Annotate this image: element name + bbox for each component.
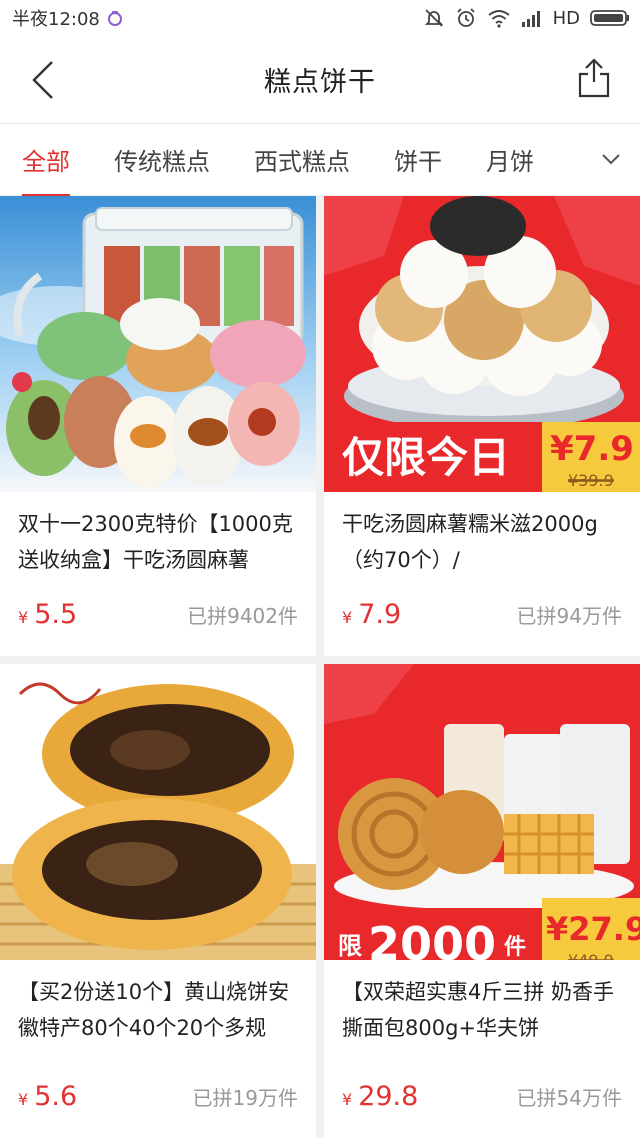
mute-icon bbox=[424, 9, 443, 27]
product-image-mochi-box[interactable] bbox=[0, 196, 316, 492]
currency-symbol: ¥ bbox=[342, 608, 353, 627]
product-card[interactable]: 双十一2300克特价【1000克送收纳盒】干吃汤圆麻薯 ¥ 5.5 已拼9402… bbox=[0, 196, 316, 656]
banner-suffix: 件 bbox=[504, 935, 526, 960]
sold-count: 已拼94万件 bbox=[516, 604, 622, 628]
product-card[interactable]: 仅限今日 ¥7.9 ¥39.9 干吃汤圆麻薯糯米滋2000g（约70个）/ ¥ … bbox=[324, 196, 640, 656]
price-value: 7.9 bbox=[358, 599, 402, 630]
price-value: 5.6 bbox=[34, 1081, 78, 1112]
banner-number: 2000 bbox=[368, 917, 496, 960]
battery-icon bbox=[590, 10, 629, 26]
product-footer: ¥ 29.8 已拼54万件 bbox=[342, 1081, 622, 1112]
product-image-huangshan-biscuit[interactable] bbox=[0, 664, 316, 960]
product-footer: ¥ 7.9 已拼94万件 bbox=[342, 599, 622, 630]
share-button[interactable] bbox=[574, 56, 614, 100]
product-footer: ¥ 5.6 已拼19万件 bbox=[18, 1081, 298, 1112]
tab-western-pastry[interactable]: 西式糕点 bbox=[254, 142, 350, 177]
currency-symbol: ¥ bbox=[342, 1090, 353, 1109]
sold-count: 已拼9402件 bbox=[187, 604, 298, 628]
tab-biscuits[interactable]: 饼干 bbox=[394, 142, 442, 177]
product-card[interactable]: 【买2份送10个】黄山烧饼安徽特产80个40个20个多规 ¥ 5.6 已拼19万… bbox=[0, 664, 316, 1138]
page-title: 糕点饼干 bbox=[264, 67, 376, 98]
price-value: 5.5 bbox=[34, 599, 78, 630]
status-time: 半夜12:08 bbox=[12, 9, 100, 30]
product-title[interactable]: 【双荣超实惠4斤三拼 奶香手撕面包800g+华夫饼 bbox=[324, 960, 640, 1046]
banner-prefix: 限 bbox=[338, 932, 362, 960]
tab-traditional-pastry[interactable]: 传统糕点 bbox=[114, 142, 210, 177]
product-title[interactable]: 干吃汤圆麻薯糯米滋2000g（约70个）/ bbox=[324, 492, 640, 578]
alarm-icon bbox=[456, 8, 475, 27]
network-type: HD bbox=[552, 7, 580, 29]
product-price: ¥ 29.8 bbox=[342, 1081, 418, 1112]
wifi-icon bbox=[487, 10, 510, 28]
tab-mooncake[interactable]: 月饼 bbox=[486, 142, 534, 177]
product-footer: ¥ 5.5 已拼9402件 bbox=[18, 599, 298, 630]
banner-price: ¥27.9 bbox=[546, 910, 640, 948]
share-icon bbox=[578, 58, 610, 98]
banner-price: ¥7.9 bbox=[550, 429, 634, 469]
status-bar: 半夜12:08 HD bbox=[0, 0, 640, 36]
chevron-down-icon[interactable] bbox=[598, 146, 624, 172]
back-arrow-icon bbox=[32, 61, 53, 99]
sold-count: 已拼19万件 bbox=[192, 1086, 298, 1110]
product-price: ¥ 5.6 bbox=[18, 1081, 77, 1112]
tab-all[interactable]: 全部 bbox=[22, 142, 70, 197]
app-notification-icon bbox=[107, 11, 122, 26]
product-price: ¥ 7.9 bbox=[342, 599, 401, 630]
banner-text: 仅限今日 bbox=[342, 433, 510, 482]
product-image-bread-waffle[interactable]: 限 2000 件 ¥27.9 ¥49.9 bbox=[324, 664, 640, 960]
banner-old-price: ¥49.9 bbox=[568, 951, 614, 960]
product-grid: 双十一2300克特价【1000克送收纳盒】干吃汤圆麻薯 ¥ 5.5 已拼9402… bbox=[0, 196, 640, 1138]
currency-symbol: ¥ bbox=[18, 608, 29, 627]
nav-bar: 糕点饼干 bbox=[0, 36, 640, 124]
product-title[interactable]: 双十一2300克特价【1000克送收纳盒】干吃汤圆麻薯 bbox=[0, 492, 316, 578]
product-title[interactable]: 【买2份送10个】黄山烧饼安徽特产80个40个20个多规 bbox=[0, 960, 316, 1046]
back-button[interactable] bbox=[24, 58, 64, 102]
signal-icon bbox=[521, 11, 540, 27]
category-tabs: 全部 传统糕点 西式糕点 饼干 月饼 bbox=[0, 124, 640, 197]
product-price: ¥ 5.5 bbox=[18, 599, 77, 630]
price-value: 29.8 bbox=[358, 1081, 419, 1112]
product-image-sesame-balls[interactable]: 仅限今日 ¥7.9 ¥39.9 bbox=[324, 196, 640, 492]
product-card[interactable]: 限 2000 件 ¥27.9 ¥49.9 【双荣超实惠4斤三拼 奶香手撕面包80… bbox=[324, 664, 640, 1138]
currency-symbol: ¥ bbox=[18, 1090, 29, 1109]
sold-count: 已拼54万件 bbox=[516, 1086, 622, 1110]
